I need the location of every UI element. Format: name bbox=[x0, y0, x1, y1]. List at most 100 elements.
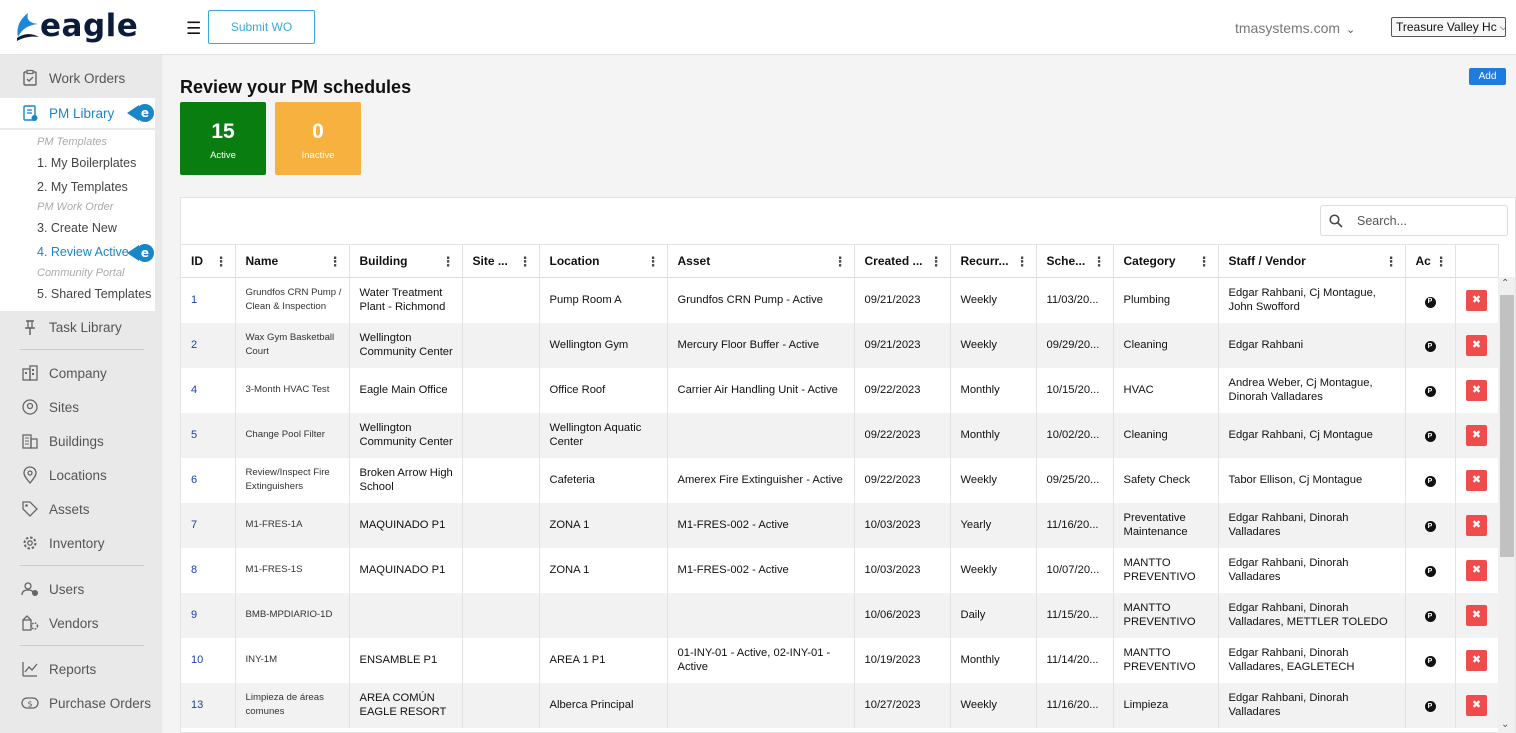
column-menu-icon[interactable]: ⋮ bbox=[215, 254, 228, 270]
column-menu-icon[interactable]: ⋮ bbox=[930, 254, 943, 270]
pm-action-icon[interactable]: P bbox=[1424, 701, 1436, 713]
delete-button[interactable]: ✖ bbox=[1466, 424, 1487, 446]
sidebar-item-reports[interactable]: Reports bbox=[0, 654, 162, 684]
active-count-card[interactable]: 15 Active bbox=[180, 102, 266, 175]
sidebar-item-vendors[interactable]: Vendors bbox=[0, 608, 162, 638]
add-button[interactable]: Add bbox=[1469, 68, 1506, 85]
submenu-create-new[interactable]: 3. Create New bbox=[37, 221, 117, 235]
submenu-shared-templates[interactable]: 5. Shared Templates bbox=[37, 287, 151, 301]
column-header-building[interactable]: Building ⋮ bbox=[349, 244, 463, 278]
column-menu-icon[interactable]: ⋮ bbox=[647, 254, 660, 270]
sidebar-item-users[interactable]: Users bbox=[0, 574, 162, 604]
column-menu-icon[interactable]: ⋮ bbox=[834, 254, 847, 270]
cell-id[interactable]: 1 bbox=[181, 277, 236, 323]
column-menu-icon[interactable]: ⋮ bbox=[442, 254, 455, 270]
cell-id[interactable]: 13 bbox=[181, 682, 236, 728]
domain-dropdown[interactable]: tmasystems.com ⌄ bbox=[1235, 20, 1355, 36]
cell-id[interactable]: 10 bbox=[181, 637, 236, 683]
column-header-id[interactable]: ID ⋮ bbox=[181, 244, 236, 278]
column-header-schedule[interactable]: Sche... ⋮ bbox=[1036, 244, 1114, 278]
table-row[interactable]: 1 Grundfos CRN Pump / Clean & Inspection W… bbox=[181, 277, 1499, 323]
table-row[interactable]: 2 Wax Gym Basketball Court Wellington Comm… bbox=[181, 322, 1499, 368]
cell-id[interactable]: 6 bbox=[181, 457, 236, 503]
table-row[interactable]: 5 Change Pool Filter Wellington Community … bbox=[181, 412, 1499, 458]
pm-action-icon[interactable]: P bbox=[1424, 656, 1436, 668]
pm-action-icon[interactable]: P bbox=[1424, 611, 1436, 623]
search-box[interactable] bbox=[1320, 205, 1508, 236]
hamburger-menu-icon[interactable]: ☰ bbox=[186, 19, 201, 39]
cell-id[interactable]: 5 bbox=[181, 412, 236, 458]
table-row[interactable]: 7 M1-FRES-1A MAQUINADO P1 ZONA 1 M1-FRES-002… bbox=[181, 502, 1499, 548]
column-menu-icon[interactable]: ⋮ bbox=[1093, 254, 1106, 270]
pm-action-icon[interactable]: P bbox=[1424, 566, 1436, 578]
organization-select[interactable]: Treasure Valley Hc ⌵ bbox=[1391, 17, 1506, 37]
sidebar-item-label: Purchase Orders bbox=[49, 695, 152, 711]
scrollbar-thumb[interactable] bbox=[1500, 295, 1514, 557]
sidebar-item-pm-library[interactable]: PM Library e bbox=[0, 98, 155, 128]
delete-button[interactable]: ✖ bbox=[1466, 334, 1487, 356]
cell-id[interactable]: 9 bbox=[181, 592, 236, 638]
column-header-actions[interactable]: Ac ⋮ bbox=[1405, 244, 1456, 278]
column-menu-icon[interactable]: ⋮ bbox=[1435, 254, 1448, 270]
delete-button[interactable]: ✖ bbox=[1466, 514, 1487, 536]
search-input[interactable] bbox=[1357, 213, 1497, 228]
column-header-site[interactable]: Site ... ⋮ bbox=[462, 244, 540, 278]
pm-action-icon[interactable]: P bbox=[1424, 341, 1436, 353]
column-header-category[interactable]: Category ⋮ bbox=[1113, 244, 1219, 278]
scroll-up-arrow-icon[interactable]: ⌃ bbox=[1501, 278, 1509, 289]
column-menu-icon[interactable]: ⋮ bbox=[1016, 254, 1029, 270]
sidebar-item-sites[interactable]: Sites bbox=[0, 392, 162, 422]
pm-action-icon[interactable]: P bbox=[1424, 476, 1436, 488]
cell-id[interactable]: 8 bbox=[181, 547, 236, 593]
cell-id[interactable]: 2 bbox=[181, 322, 236, 368]
column-header-asset[interactable]: Asset ⋮ bbox=[667, 244, 855, 278]
eagle-logo[interactable]: eagle bbox=[14, 8, 138, 44]
column-menu-icon[interactable]: ⋮ bbox=[1385, 254, 1398, 270]
inactive-count-card[interactable]: 0 Inactive bbox=[275, 102, 361, 175]
sidebar-item-company[interactable]: Company bbox=[0, 358, 162, 388]
delete-button[interactable]: ✖ bbox=[1466, 559, 1487, 581]
delete-button[interactable]: ✖ bbox=[1466, 649, 1487, 671]
sidebar-item-purchase-orders[interactable]: $ Purchase Orders bbox=[0, 688, 162, 718]
table-row[interactable]: 8 M1-FRES-1S MAQUINADO P1 ZONA 1 M1-FRES-002… bbox=[181, 547, 1499, 593]
sidebar-item-buildings[interactable]: Buildings bbox=[0, 426, 162, 456]
sidebar-item-task-library[interactable]: Task Library bbox=[0, 312, 162, 342]
cell-site bbox=[462, 637, 540, 683]
delete-button[interactable]: ✖ bbox=[1466, 379, 1487, 401]
pm-action-icon[interactable]: P bbox=[1424, 296, 1436, 308]
column-menu-icon[interactable]: ⋮ bbox=[1198, 254, 1211, 270]
sidebar-item-work-orders[interactable]: Work Orders bbox=[0, 63, 162, 93]
submenu-my-boilerplates[interactable]: 1. My Boilerplates bbox=[37, 156, 136, 170]
table-row[interactable]: 4 3-Month HVAC Test Eagle Main Office Offic… bbox=[181, 367, 1499, 413]
table-row[interactable]: 13 Limpieza de áreas comunes AREA COMÚN EA… bbox=[181, 682, 1499, 728]
submit-wo-button[interactable]: Submit WO bbox=[208, 10, 315, 44]
table-row[interactable]: 6 Review/Inspect Fire Extinguishers Broken… bbox=[181, 457, 1499, 503]
pm-action-icon[interactable]: P bbox=[1424, 521, 1436, 533]
delete-button[interactable]: ✖ bbox=[1466, 469, 1487, 491]
sites-icon bbox=[20, 397, 40, 417]
cell-id[interactable]: 4 bbox=[181, 367, 236, 413]
column-header-name[interactable]: Name ⋮ bbox=[235, 244, 350, 278]
submenu-my-templates[interactable]: 2. My Templates bbox=[37, 180, 128, 194]
column-menu-icon[interactable]: ⋮ bbox=[519, 254, 532, 270]
column-header-location[interactable]: Location ⋮ bbox=[539, 244, 668, 278]
scroll-down-arrow-icon[interactable]: ⌄ bbox=[1501, 719, 1509, 730]
cell-id[interactable]: 7 bbox=[181, 502, 236, 548]
delete-button[interactable]: ✖ bbox=[1466, 694, 1487, 716]
pm-action-icon[interactable]: P bbox=[1424, 431, 1436, 443]
column-header-staff[interactable]: Staff / Vendor ⋮ bbox=[1218, 244, 1406, 278]
sidebar-item-inventory[interactable]: Inventory bbox=[0, 528, 162, 558]
sidebar-item-locations[interactable]: Locations bbox=[0, 460, 162, 490]
table-row[interactable]: 9 BMB-MPDIARIO-1D 10/06/2023 Daily 11/15/20.… bbox=[181, 592, 1499, 638]
column-header-recurrence[interactable]: Recurr... ⋮ bbox=[950, 244, 1037, 278]
delete-button[interactable]: ✖ bbox=[1466, 604, 1487, 626]
cell-asset: Amerex Fire Extinguisher - Active bbox=[667, 457, 855, 503]
sidebar-item-assets[interactable]: Assets bbox=[0, 494, 162, 524]
delete-button[interactable]: ✖ bbox=[1466, 289, 1487, 311]
pm-action-icon[interactable]: P bbox=[1424, 386, 1436, 398]
column-header-created[interactable]: Created ... ⋮ bbox=[854, 244, 951, 278]
cell-location: Office Roof bbox=[539, 367, 668, 413]
table-row[interactable]: 10 INY-1M ENSAMBLE P1 AREA 1 P1 01-INY-01 - … bbox=[181, 637, 1499, 683]
column-menu-icon[interactable]: ⋮ bbox=[329, 254, 342, 270]
submenu-review-active[interactable]: 4. Review Active bbox=[37, 245, 129, 259]
